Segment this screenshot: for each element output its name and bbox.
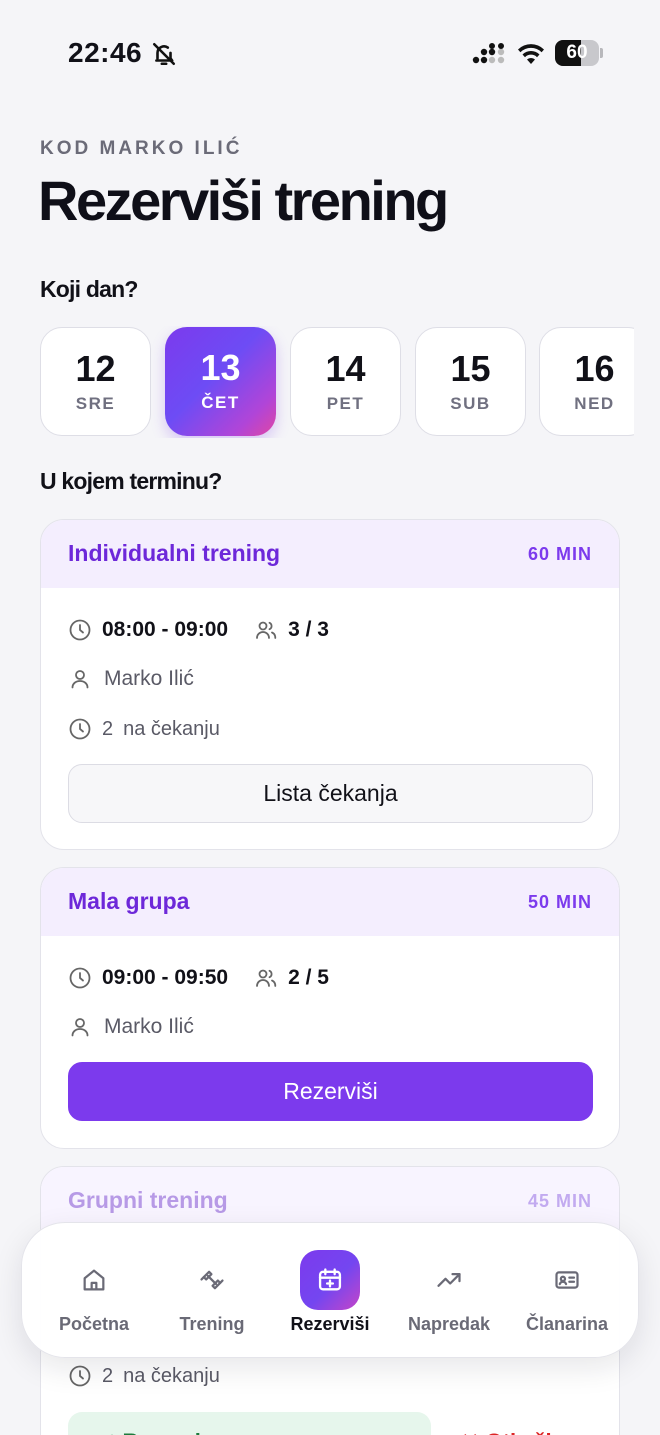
calendar-plus-icon: [318, 1268, 342, 1291]
day-weekday: SUB: [450, 394, 491, 413]
session-duration: 50 MIN: [527, 892, 592, 912]
clock-icon: [69, 1365, 91, 1387]
bottom-tab-bar: Početna Trening Rezerviši Napredak Člana…: [21, 1222, 639, 1358]
clock-icon: [69, 967, 91, 989]
session-header: Individualni trening 60 MIN: [41, 520, 619, 588]
session-trainer: Marko Ilić: [104, 1015, 194, 1038]
bell-muted-icon: [152, 42, 176, 66]
day-number: 12: [75, 348, 116, 389]
trending-up-icon: [437, 1273, 461, 1287]
waitlist-label: na čekanju: [123, 1364, 220, 1387]
session-duration: 45 MIN: [527, 1191, 592, 1211]
session-time: 09:00 - 09:50: [102, 966, 229, 989]
cancel-booking-button[interactable]: ✕ Otkaži: [461, 1412, 552, 1435]
coach-label: KOD MARKO ILIĆ: [40, 138, 243, 159]
id-card-icon: [555, 1271, 579, 1289]
book-button[interactable]: Rezerviši: [68, 1062, 593, 1121]
session-capacity: 3 / 3: [288, 618, 329, 641]
day-option[interactable]: 12 SRE: [40, 327, 151, 436]
session-trainer: Marko Ilić: [104, 667, 194, 690]
tab-home[interactable]: Početna: [35, 1223, 153, 1359]
tab-label: Trening: [179, 1314, 245, 1334]
tab-progress[interactable]: Napredak: [390, 1223, 508, 1359]
wifi-icon: [518, 44, 544, 64]
clock-icon: [69, 718, 91, 740]
session-waitlist-row: 2 na čekanju: [68, 715, 220, 743]
day-option[interactable]: 16 NED: [539, 327, 634, 436]
session-time-row: 09:00 - 09:50 2 / 5: [68, 964, 329, 992]
day-number: 13: [200, 347, 241, 388]
day-picker: 12 SRE 13 ČET 14 PET 15 SUB 16 NED: [40, 326, 634, 438]
slot-question: U kojem terminu?: [40, 468, 222, 494]
tab-label: Napredak: [407, 1314, 491, 1334]
tab-label: Početna: [58, 1314, 130, 1334]
page-title: Rezerviši trening: [38, 169, 449, 232]
session-trainer-row: Marko Ilić: [68, 1013, 194, 1041]
users-icon: [256, 969, 277, 987]
tab-training[interactable]: Trening: [153, 1223, 271, 1359]
tab-label: Rezerviši: [290, 1314, 370, 1334]
session-name: Grupni trening: [68, 1187, 228, 1213]
tab-book[interactable]: Rezerviši: [271, 1223, 389, 1359]
cellular-signal-icon: [472, 43, 505, 64]
session-waitlist-row: 2 na čekanju: [68, 1362, 220, 1390]
day-option[interactable]: 15 SUB: [415, 327, 526, 436]
day-number: 15: [450, 348, 491, 389]
day-option-selected[interactable]: 13 ČET: [165, 327, 276, 436]
session-capacity: 2 / 5: [288, 966, 329, 989]
day-number: 16: [574, 348, 615, 389]
tab-membership[interactable]: Članarina: [508, 1223, 626, 1359]
user-icon: [71, 1018, 89, 1037]
battery-level: 60: [566, 42, 588, 63]
day-number: 14: [325, 348, 366, 389]
clock-icon: [69, 619, 91, 641]
day-weekday: NED: [574, 394, 615, 413]
session-card: Individualni trening 60 MIN 08:00 - 09:0…: [40, 519, 620, 850]
session-card: Mala grupa 50 MIN 09:00 - 09:50 2 / 5 Ma…: [40, 867, 620, 1149]
battery-indicator: 60: [555, 40, 603, 66]
session-duration: 60 MIN: [527, 544, 592, 564]
day-option[interactable]: 14 PET: [290, 327, 401, 436]
tab-label: Članarina: [525, 1314, 609, 1334]
session-name: Mala grupa: [68, 888, 190, 914]
day-weekday: ČET: [201, 393, 240, 412]
session-name: Individualni trening: [68, 540, 281, 566]
session-time: 08:00 - 09:00: [102, 618, 229, 641]
home-icon: [83, 1269, 105, 1291]
session-trainer-row: Marko Ilić: [68, 665, 194, 693]
waitlist-label: na čekanju: [123, 717, 220, 740]
status-time: 22:46: [68, 37, 143, 68]
session-header: Mala grupa 50 MIN: [41, 868, 619, 936]
day-question: Koji dan?: [40, 276, 138, 302]
day-weekday: PET: [326, 394, 365, 413]
booked-status-button[interactable]: ✓ Rezervisano: [68, 1412, 431, 1435]
users-icon: [256, 621, 277, 639]
waitlist-button[interactable]: Lista čekanja: [68, 764, 593, 823]
day-weekday: SRE: [75, 394, 116, 413]
waitlist-count: 2: [102, 1364, 114, 1387]
waitlist-count: 2: [102, 717, 114, 740]
session-time-row: 08:00 - 09:00 3 / 3: [68, 616, 329, 644]
user-icon: [71, 670, 89, 689]
status-bar: 22:46 60: [0, 0, 660, 100]
dumbbell-icon: [200, 1270, 224, 1290]
